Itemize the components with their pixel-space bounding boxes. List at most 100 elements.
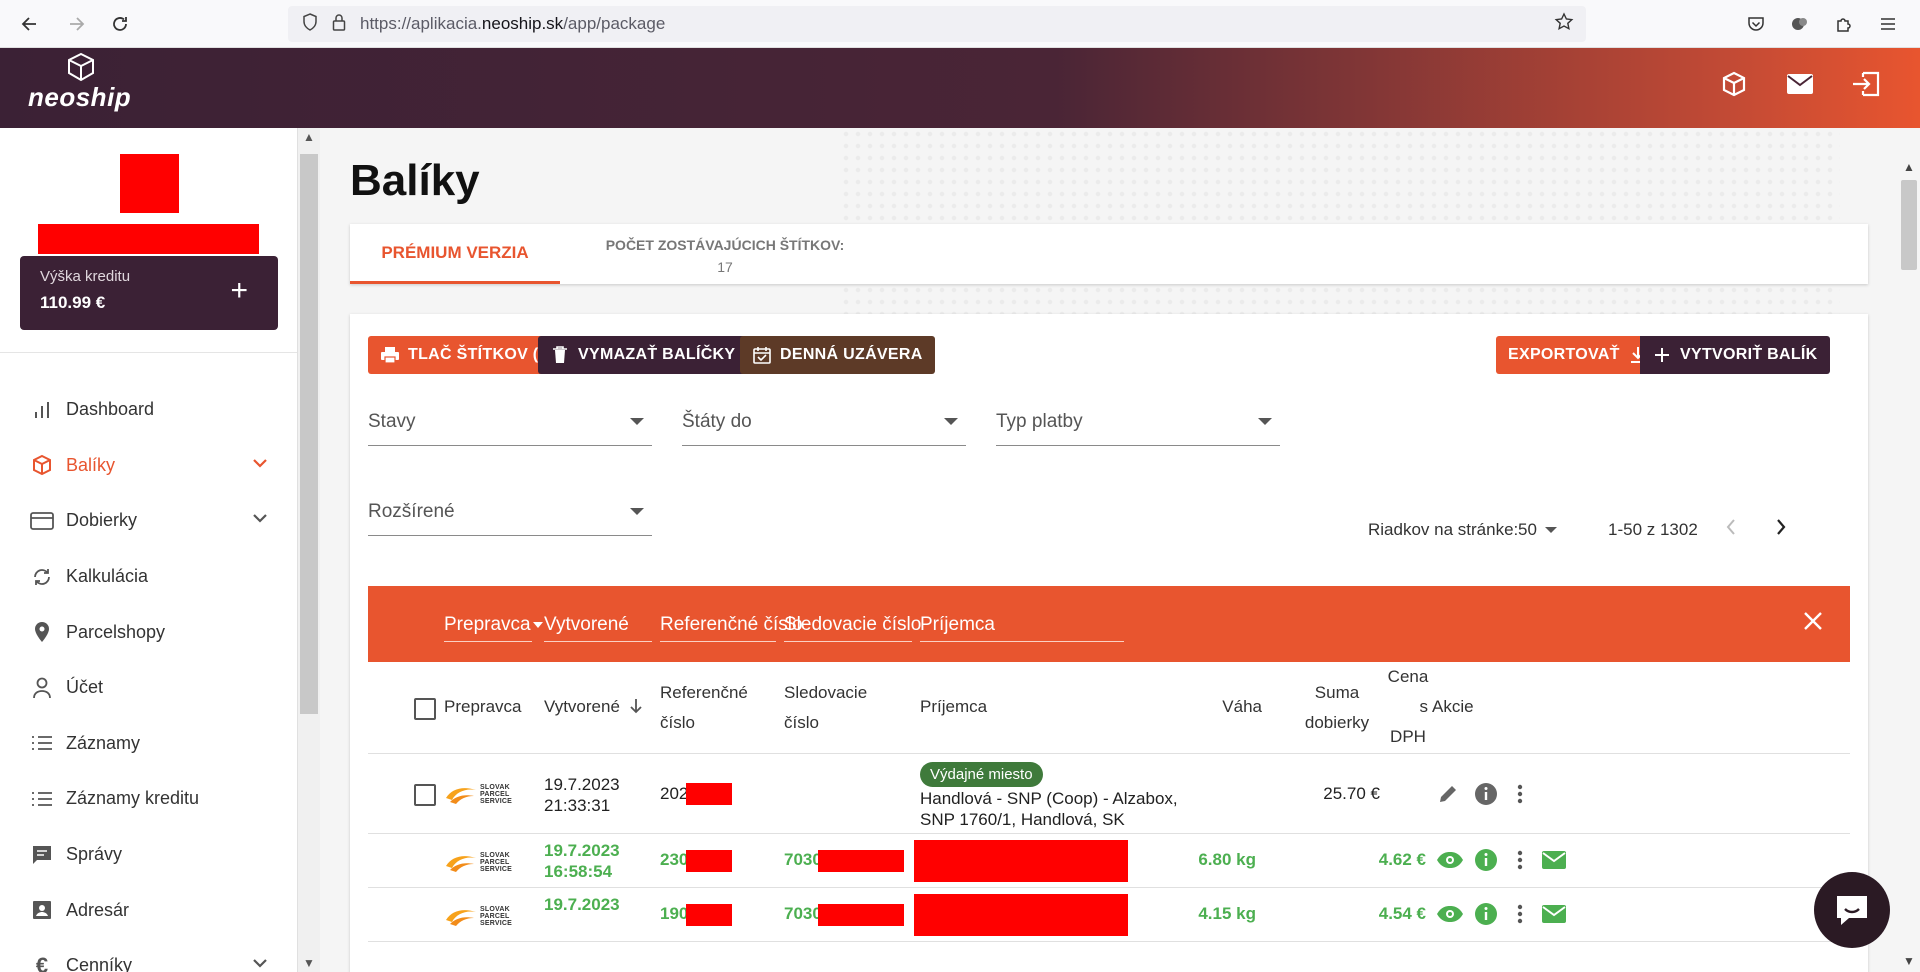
scroll-down-arrow-icon[interactable]: ▼: [298, 956, 320, 970]
more-vertical-icon[interactable]: [1506, 900, 1534, 928]
redacted-avatar: [120, 154, 179, 213]
scroll-up-arrow-icon[interactable]: ▲: [298, 130, 320, 144]
sidebar-item-dobierky[interactable]: Dobierky: [0, 493, 297, 549]
row-checkbox[interactable]: [414, 784, 436, 806]
bookmark-star-icon[interactable]: [1554, 12, 1574, 38]
sidebar-item-adresar[interactable]: Adresár: [0, 882, 297, 938]
next-page-button[interactable]: [1774, 516, 1788, 538]
eye-icon[interactable]: [1436, 900, 1464, 928]
sidebar-scrollbar[interactable]: ▲ ▼: [298, 128, 320, 972]
filter-reference[interactable]: Referenčné číslo: [660, 608, 803, 642]
sidebar-scroll-thumb[interactable]: [300, 154, 318, 714]
scroll-up-arrow-icon[interactable]: ▲: [1898, 160, 1920, 174]
pocket-icon[interactable]: [1738, 6, 1774, 42]
reload-icon[interactable]: [98, 0, 142, 48]
header-price-line2: s: [1419, 697, 1429, 716]
filter-created[interactable]: Vytvorené: [544, 608, 652, 642]
header-recipient[interactable]: Príjemca: [920, 692, 987, 722]
header-created[interactable]: Vytvorené: [544, 692, 643, 722]
info-icon[interactable]: [1472, 780, 1500, 808]
shield-icon[interactable]: [302, 12, 318, 36]
extension-icon[interactable]: [1782, 6, 1818, 42]
sidebar-item-parcelshopy[interactable]: Parcelshopy: [0, 604, 297, 660]
table-row[interactable]: SLOVAK PARCEL SERVICE 19.7.2023 21:33:31…: [368, 754, 1850, 834]
sidebar-item-baliky[interactable]: Balíky: [0, 438, 297, 494]
edit-icon[interactable]: [1434, 780, 1462, 808]
more-vertical-icon[interactable]: [1506, 846, 1534, 874]
sidebar-item-zaznamy[interactable]: Záznamy: [0, 716, 297, 772]
chevron-down-icon[interactable]: [252, 452, 268, 473]
package-icon[interactable]: [1716, 66, 1752, 102]
states-select[interactable]: Stavy: [368, 398, 652, 446]
puzzle-icon[interactable]: [1826, 6, 1862, 42]
main-scrollbar[interactable]: ▲ ▼: [1898, 156, 1920, 972]
credit-card-icon: [28, 507, 56, 535]
bar-chart-icon: [28, 396, 56, 424]
sps-carrier-text: SLOVAK PARCEL SERVICE: [480, 906, 513, 927]
more-vertical-icon[interactable]: [1506, 780, 1534, 808]
credit-card: Výška kreditu 110.99 € +: [20, 256, 278, 330]
address-bar[interactable]: https://aplikacia.neoship.sk/app/package: [288, 6, 1586, 42]
sidebar-item-kalkulacia[interactable]: Kalkulácia: [0, 549, 297, 605]
print-labels-button[interactable]: TLAČ ŠTÍTKOV (0): [368, 336, 566, 374]
sidebar-item-ucet[interactable]: Účet: [0, 660, 297, 716]
credit-value: 110.99 €: [40, 293, 106, 312]
table-row[interactable]: SLOVAK PARCEL SERVICE 19.7.2023 16:58:54…: [368, 834, 1850, 888]
main-scroll-thumb[interactable]: [1901, 180, 1917, 270]
rows-per-page-value: 50: [1518, 520, 1537, 539]
header-carrier[interactable]: Prepravca: [444, 692, 521, 722]
chevron-down-icon[interactable]: [252, 507, 268, 528]
sidebar-item-spravy[interactable]: Správy: [0, 827, 297, 883]
header-reference[interactable]: Referenčné číslo: [660, 678, 748, 738]
logo-box-icon: [68, 52, 94, 82]
advanced-select[interactable]: Rozšírené: [368, 488, 652, 536]
sps-swirl-icon: [446, 910, 476, 926]
filter-tracking[interactable]: Sledovacie číslo: [784, 608, 921, 642]
sidebar-item-cenniky[interactable]: € Cenníky: [0, 938, 297, 972]
close-filter-icon[interactable]: [1798, 608, 1828, 638]
eye-icon[interactable]: [1436, 846, 1464, 874]
create-package-button[interactable]: VYTVORIŤ BALÍK: [1640, 336, 1830, 374]
tab-premium[interactable]: PRÉMIUM VERZIA: [350, 224, 560, 284]
redacted-tracking: [818, 850, 904, 872]
table-row[interactable]: SLOVAK PARCEL SERVICE 19.7.2023 190 7030…: [368, 888, 1850, 942]
row-reference-text: 190: [660, 904, 689, 923]
filter-recipient[interactable]: Príjemca: [920, 608, 1124, 642]
daily-close-button[interactable]: DENNÁ UZÁVERA: [740, 336, 935, 374]
sidebar-item-zaznamy-kreditu[interactable]: Záznamy kreditu: [0, 771, 297, 827]
sidebar-item-label: Záznamy kreditu: [66, 788, 200, 809]
payment-type-select[interactable]: Typ platby: [996, 398, 1280, 446]
countries-select[interactable]: Štáty do: [682, 398, 966, 446]
delete-packages-button[interactable]: VYMAZAŤ BALÍČKY (0): [538, 336, 773, 374]
row-reference: 202: [660, 784, 688, 804]
select-all-checkbox[interactable]: [414, 698, 436, 720]
menu-icon[interactable]: [1870, 6, 1906, 42]
back-icon[interactable]: [8, 0, 52, 48]
packages-card: TLAČ ŠTÍTKOV (0) VYMAZAŤ BALÍČKY (0) DEN…: [350, 314, 1868, 972]
add-credit-button[interactable]: +: [230, 274, 248, 308]
remaining-labels-label: POČET ZOSTÁVAJÚCICH ŠTÍTKOV:: [605, 237, 845, 253]
countries-select-label: Štáty do: [682, 410, 752, 432]
info-icon[interactable]: [1472, 900, 1500, 928]
chevron-down-icon[interactable]: [252, 952, 268, 972]
redacted-reference: [686, 783, 732, 805]
info-icon[interactable]: [1472, 846, 1500, 874]
mail-icon[interactable]: [1782, 66, 1818, 102]
header-weight[interactable]: Váha: [1222, 692, 1262, 722]
scroll-down-arrow-icon[interactable]: ▼: [1898, 954, 1920, 968]
forward-icon[interactable]: [54, 0, 98, 48]
mail-icon[interactable]: [1540, 846, 1568, 874]
filter-carrier[interactable]: Prepravca: [444, 608, 543, 642]
header-tracking[interactable]: Sledovacie číslo: [784, 678, 867, 738]
rows-per-page-select[interactable]: 50: [1518, 520, 1557, 540]
chat-widget-button[interactable]: [1814, 872, 1890, 948]
export-button[interactable]: EXPORTOVAŤ: [1496, 336, 1660, 374]
header-price[interactable]: Cena s DPH: [1386, 662, 1430, 752]
prev-page-button[interactable]: [1724, 516, 1738, 538]
sidebar-item-dashboard[interactable]: Dashboard: [0, 382, 297, 438]
header-cod[interactable]: Suma dobierky: [1292, 678, 1382, 738]
lock-icon[interactable]: [332, 13, 346, 36]
browser-extensions: [1738, 0, 1920, 48]
mail-icon[interactable]: [1540, 900, 1568, 928]
logout-icon[interactable]: [1848, 66, 1884, 102]
